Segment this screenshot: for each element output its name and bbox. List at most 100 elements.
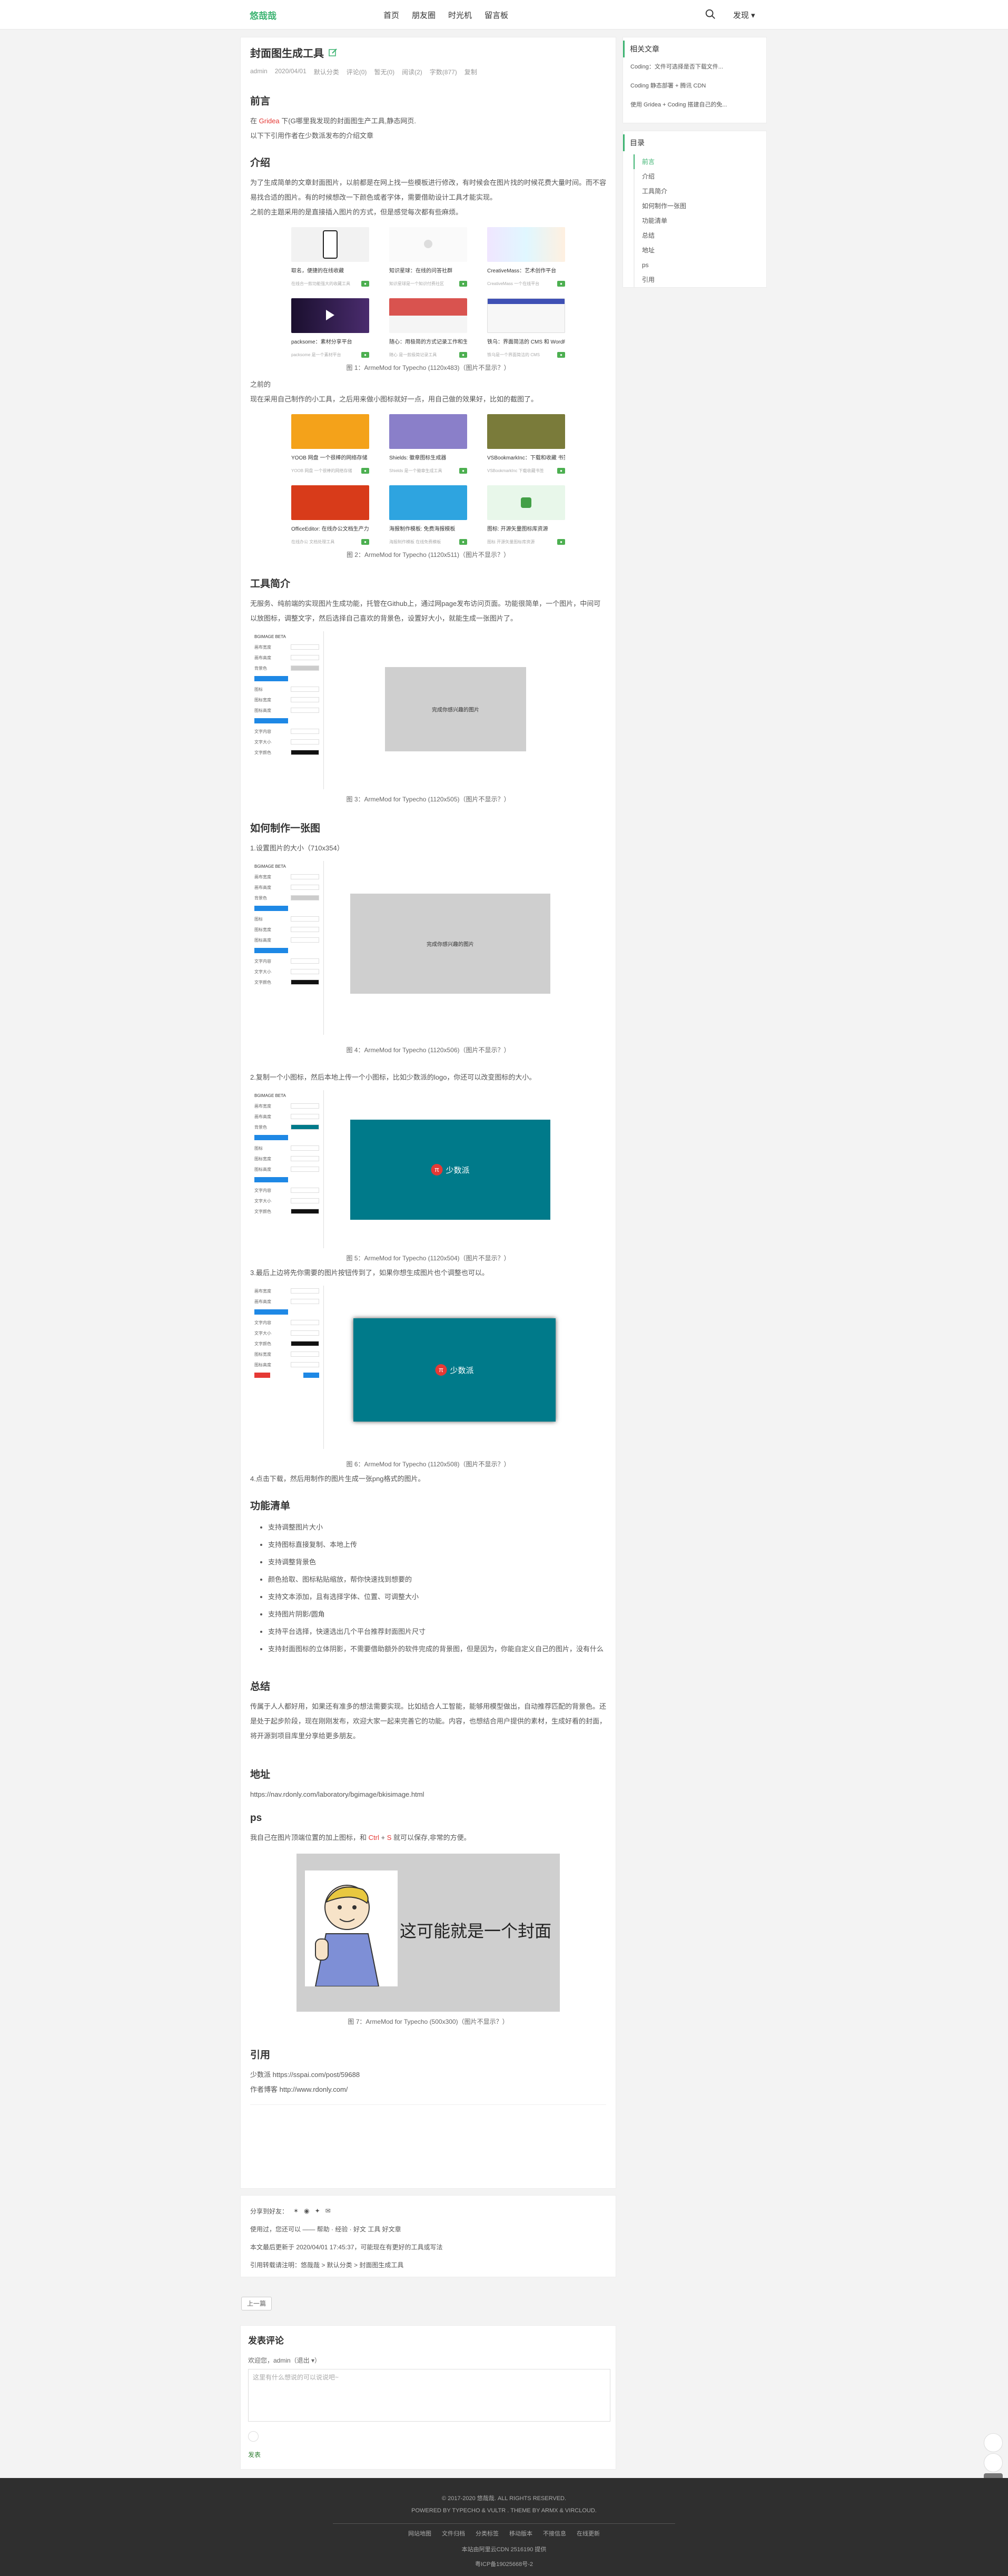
comment-user[interactable]: 欢迎您，admin（退出 ▾）: [248, 2356, 608, 2365]
wechat-icon[interactable]: ✉: [325, 2207, 331, 2215]
meta-category[interactable]: 默认分类: [314, 67, 339, 76]
emoji-icon[interactable]: [248, 2431, 259, 2442]
cartoon-illustration: [305, 1870, 398, 1987]
address-link[interactable]: https://nav.rdonly.com/laboratory/bgimag…: [250, 1787, 606, 1802]
submit-comment-button[interactable]: 发表: [248, 2450, 608, 2459]
widget-title: 目录: [623, 134, 766, 151]
meta-author[interactable]: admin: [250, 67, 268, 76]
toc-widget: 目录 前言 介绍 工具简介 如何制作一张图 功能清单 总结 地址 ps 引用: [622, 131, 767, 288]
figure-caption-6: 图 6：ArmeMod for Typecho (1120x508)（图片不显示…: [346, 1461, 510, 1468]
preface-paragraph-2: 以下下引用作者在少数派发布的介绍文章: [250, 132, 374, 140]
prev-post-button[interactable]: 上一篇: [241, 2297, 272, 2310]
edit-icon[interactable]: [328, 48, 338, 57]
mid-paragraph-1: 之前的: [250, 380, 271, 388]
footer-link[interactable]: 在线更新: [577, 2529, 600, 2538]
toc-item[interactable]: 如何制作一张图: [623, 199, 766, 213]
related-post-link[interactable]: Coding：文件可选择是否下载文件...: [623, 57, 766, 76]
icp-record[interactable]: 粤ICP备19025668号-2: [0, 2560, 1008, 2568]
figure-caption-2: 图 2：ArmeMod for Typecho (1120x511)（图片不显示…: [346, 551, 510, 559]
related-post-link[interactable]: 使用 Gridea + Coding 搭建自己的免...: [623, 95, 766, 114]
mid-paragraph-2: 现在采用自己制作的小工具，之后用来做小图标就好一点，用自己做的效果好，比如的截图…: [250, 395, 538, 403]
section-tool: 工具简介: [250, 579, 291, 590]
search-icon[interactable]: [705, 8, 716, 20]
meta-views: 阅读(2): [402, 68, 422, 76]
gallery-card[interactable]: 取名，便捷的在线收藏 在线合一款功能强大的收藏工具 ●: [291, 227, 369, 287]
nav-home[interactable]: 首页: [383, 9, 399, 21]
card-thumbnail: [291, 227, 369, 262]
footer-link[interactable]: 文件归档: [442, 2529, 465, 2538]
gallery-card[interactable]: packsome：素材分享平台 packsome 是一个素材平台 ●: [291, 298, 369, 358]
card-badge: ●: [459, 539, 467, 545]
gallery-card[interactable]: VSBookmarkInc：下载和收藏 书签 VSBookmarkInc 下载收藏…: [487, 414, 565, 474]
toc-item[interactable]: 引用: [623, 272, 766, 287]
card-badge: ●: [361, 281, 369, 287]
comment-icon[interactable]: [984, 2453, 1003, 2472]
intro-paragraph-2: 之前的主题采用的是直接插入图片的方式，但是感觉每次都有些麻烦。: [250, 208, 463, 216]
card-badge: ●: [557, 539, 565, 545]
toc-item[interactable]: ps: [623, 258, 766, 272]
footer-link[interactable]: 分类标签: [476, 2529, 499, 2538]
toc-item[interactable]: 介绍: [623, 169, 766, 184]
nav-guestbook[interactable]: 留言板: [485, 9, 508, 21]
weibo-icon[interactable]: ✶: [293, 2207, 299, 2215]
article-card: 封面图生成工具 admin 2020/04/01 默认分类 评论(0) 暂无(0…: [240, 37, 616, 2189]
gallery-card[interactable]: 铁乌：界面简洁的 CMS 和 WordPress 主题铁乌是一个界面简洁的 CM…: [487, 298, 565, 358]
gridea-link[interactable]: Gridea: [259, 117, 280, 125]
card-badge: ●: [361, 468, 369, 474]
card-thumbnail: [487, 485, 565, 520]
card-thumbnail: [291, 414, 369, 449]
section-intro: 介绍: [250, 158, 271, 169]
meta-wordcount: 字数(877): [429, 68, 457, 76]
gallery-card[interactable]: 海报制作模板: 免费海报模板 海报制作模板 在线免费模板 ●: [389, 485, 467, 545]
reference-2[interactable]: 作者博客 http://www.rdonly.com/: [250, 2082, 606, 2097]
tool-paragraph: 无服务、纯前端的实现图片生成功能，托管在Github上，通过网page发布访问页…: [250, 600, 601, 622]
comment-section: 发表评论 欢迎您，admin（退出 ▾） 这里有什么想说的可以说说吧~ 发表: [240, 2325, 616, 2470]
summary-paragraph: 传属于人人都好用，如果还有准多的想法需要实现。比如结合人工智能，能够用模型做出，…: [250, 1702, 607, 1740]
gallery-card[interactable]: 随心：用极简的方式记录工作和生活 随心 是一款极简记录工具 ●: [389, 298, 467, 358]
toc-item[interactable]: 前言: [623, 154, 766, 169]
share-row: 分享到好友： ✶ ◉ ✦ ✉: [250, 2207, 331, 2215]
comment-textarea[interactable]: 这里有什么想说的可以说说吧~: [248, 2369, 610, 2422]
preview-canvas: 完成你感兴趣的图片: [385, 667, 526, 751]
tool-screenshot-3: BGIMAGE BETA 画布宽度 画布高度 背景色 图标 图标宽度 图标高度 …: [250, 631, 614, 789]
footer-link[interactable]: 网站地图: [408, 2529, 431, 2538]
toc-item[interactable]: 地址: [623, 243, 766, 258]
reference-1[interactable]: 少数派 https://sspai.com/post/59688: [250, 2068, 606, 2082]
footer-divider: [333, 2523, 675, 2524]
meta-likes[interactable]: 暂无(0): [374, 67, 394, 76]
cover-example-image: 这可能就是一个封面: [297, 1854, 560, 2012]
cover-text: 这可能就是一个封面: [400, 1922, 552, 1941]
discover-dropdown[interactable]: 发现 ▾: [733, 9, 755, 21]
meta-copy[interactable]: 复制: [465, 67, 477, 76]
main-nav: 首页 朋友圈 时光机 留言板: [383, 9, 508, 21]
site-logo[interactable]: 悠哉哉: [250, 8, 276, 22]
footer-link[interactable]: 移动版本: [509, 2529, 532, 2538]
toc-item[interactable]: 工具简介: [623, 184, 766, 199]
footer-link[interactable]: 不接信息: [543, 2529, 566, 2538]
gallery-card[interactable]: CreativeMass：艺术创作平台 CreativeMass 一个在线平台 ●: [487, 227, 565, 287]
qzone-icon[interactable]: ✦: [315, 2207, 320, 2215]
meta-comments[interactable]: 评论(0): [347, 67, 367, 76]
preview-canvas: π 少数派: [350, 1120, 550, 1220]
nav-timeline[interactable]: 时光机: [448, 9, 472, 21]
top-header: 悠哉哉 首页 朋友圈 时光机 留言板 发现 ▾: [0, 0, 1008, 30]
figure-caption-5: 图 5：ArmeMod for Typecho (1120x504)（图片不显示…: [346, 1255, 510, 1262]
list-item: 支持平台选择，快速选出几个平台推荐封面图片尺寸: [268, 1623, 606, 1640]
nav-friends[interactable]: 朋友圈: [412, 9, 436, 21]
qq-icon[interactable]: ◉: [304, 2207, 309, 2215]
article-title-text: 封面图生成工具: [250, 48, 324, 60]
gallery-card[interactable]: Shields: 徽章图标生成器 Shields 是一个徽章生成工具 ●: [389, 414, 467, 474]
card-badge: ●: [557, 468, 565, 474]
gallery-card[interactable]: 知识星球：在线的问答社群 知识星球是一个知识付费社区 ●: [389, 227, 467, 287]
gallery-card[interactable]: 图标: 开源矢量图标库资源 图标 开源矢量图标库资源 ●: [487, 485, 565, 545]
gallery-card[interactable]: YOOB 网盘 一个很棒的网络存储 YOOB 网盘 一个很棒的网络存储 ●: [291, 414, 369, 474]
card-thumbnail: [487, 227, 565, 262]
preview-canvas: π 少数派: [353, 1318, 556, 1422]
gallery-card[interactable]: OfficeEditor: 在线办公文档生产力工具在线办公 文档处理工具●: [291, 485, 369, 545]
chat-icon[interactable]: [984, 2433, 1003, 2452]
related-post-link[interactable]: Coding 静态部署 + 腾讯 CDN: [623, 76, 766, 95]
toc-list: 前言 介绍 工具简介 如何制作一张图 功能清单 总结 地址 ps 引用: [623, 154, 766, 287]
toc-item[interactable]: 总结: [623, 228, 766, 243]
toc-item[interactable]: 功能清单: [623, 213, 766, 228]
section-address: 地址: [250, 1769, 271, 1780]
